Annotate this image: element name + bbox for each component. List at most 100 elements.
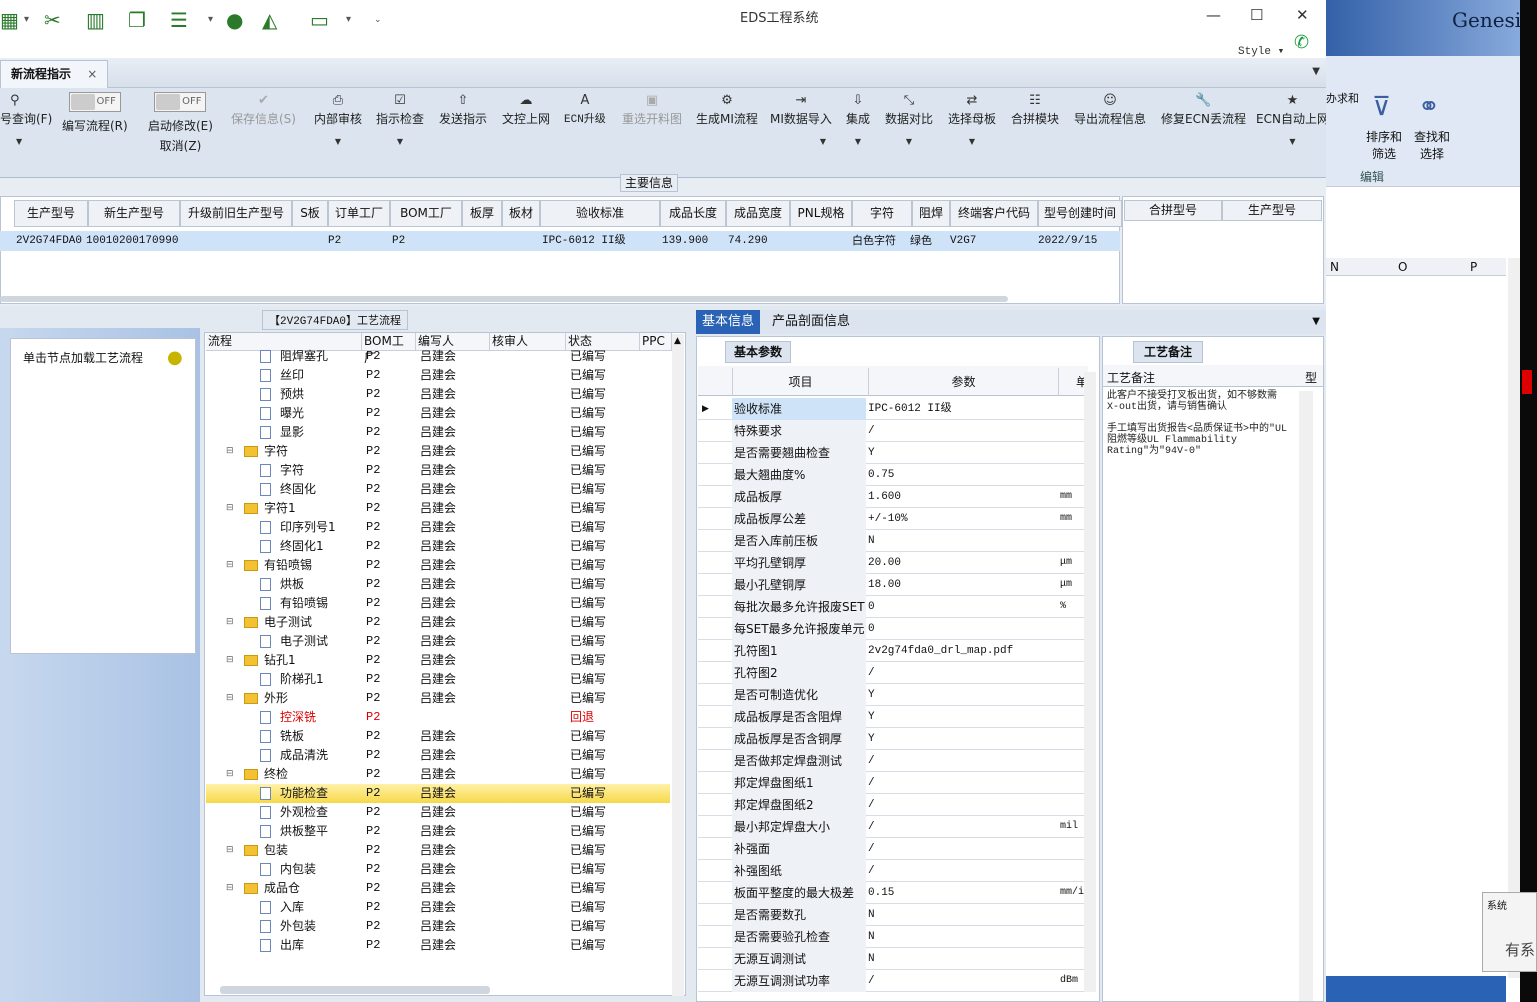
collapse-icon[interactable]: ⊟: [226, 499, 234, 518]
column-header[interactable]: 参数: [868, 368, 1058, 396]
param-row[interactable]: 成品板厚是否含铜厚 Y: [698, 728, 1088, 750]
table-cell[interactable]: 74.290: [728, 231, 768, 251]
param-value[interactable]: 0: [868, 618, 1056, 640]
find-select-button[interactable]: 查找和选择: [1410, 128, 1454, 162]
merge-column-header[interactable]: 合拼型号: [1124, 200, 1222, 221]
toggle-switch[interactable]: OFF: [68, 92, 121, 112]
param-row[interactable]: 补强面 /: [698, 838, 1088, 860]
param-value[interactable]: N: [868, 926, 1056, 948]
param-row[interactable]: 孔符图2/: [698, 662, 1088, 684]
maximize-icon[interactable]: ☐: [1250, 6, 1263, 24]
column-header[interactable]: S板: [292, 200, 328, 227]
close-icon[interactable]: ✕: [1296, 6, 1309, 24]
tree-leaf-row[interactable]: 成品清洗 P2 吕建会 已编写: [206, 746, 670, 765]
autosum-label[interactable]: 办求和: [1326, 90, 1359, 106]
param-row[interactable]: 每SET最多允许报废单元 0: [698, 618, 1088, 640]
collapse-icon[interactable]: ⊟: [226, 689, 234, 708]
tab-new-flow[interactable]: 新流程指示 ×: [0, 60, 109, 88]
param-value[interactable]: IPC-6012 II级: [868, 398, 1056, 420]
tree-leaf-row[interactable]: 内包装 P2 吕建会 已编写: [206, 860, 670, 879]
tree-leaf-row[interactable]: 外观检查 P2 吕建会 已编写: [206, 803, 670, 822]
tree-folder-row[interactable]: ⊟ 电子测试 P2 吕建会 已编写: [206, 613, 670, 632]
column-header[interactable]: 验收标准: [540, 200, 660, 227]
column-header[interactable]: 成品长度: [660, 200, 726, 227]
integrate-button[interactable]: ⇩ 集成 ▼: [846, 92, 870, 146]
horizontal-scrollbar[interactable]: [0, 296, 1008, 302]
table-cell[interactable]: V2G7: [950, 231, 977, 251]
param-value[interactable]: /: [868, 970, 1056, 992]
tree-folder-row[interactable]: ⊟ 终检 P2 吕建会 已编写: [206, 765, 670, 784]
film-icon[interactable]: ▥: [86, 6, 105, 34]
column-header[interactable]: 阻焊: [912, 200, 950, 227]
table-cell[interactable]: 10010200170990: [86, 231, 179, 251]
table-cell[interactable]: P2: [392, 231, 406, 251]
column-header[interactable]: 终端客户代码: [950, 200, 1038, 227]
generate-mi-button[interactable]: ⚙ 生成MI流程: [696, 92, 758, 127]
tree-leaf-row[interactable]: 显影 P2 吕建会 已编写: [206, 423, 670, 442]
column-header[interactable]: BOM工厂: [390, 200, 462, 227]
table-cell[interactable]: IPC-6012 II级: [542, 231, 626, 251]
merge-column-header[interactable]: 生产型号: [1222, 200, 1322, 221]
tree-leaf-row[interactable]: 铣板 P2 吕建会 已编写: [206, 727, 670, 746]
user-icon[interactable]: ●: [226, 6, 243, 34]
sort-filter-button[interactable]: 排序和筛选: [1362, 128, 1406, 162]
tab-menu-icon[interactable]: ▼: [1312, 316, 1320, 327]
start-modify-toggle[interactable]: OFF 启动修改(E) 取消(Z): [148, 92, 213, 154]
tree-leaf-row[interactable]: 曝光 P2 吕建会 已编写: [206, 404, 670, 423]
list-icon[interactable]: ☰: [170, 6, 188, 34]
column-header[interactable]: 成品宽度: [726, 200, 790, 227]
param-value[interactable]: Y: [868, 728, 1056, 750]
param-value[interactable]: 1.600: [868, 486, 1056, 508]
write-flow-toggle[interactable]: OFF 编写流程(R): [62, 92, 128, 137]
horizontal-scrollbar[interactable]: [220, 986, 490, 994]
reselect-cutting-button[interactable]: ▣ 重选开料图: [622, 92, 682, 127]
dropdown-icon[interactable]: ▾: [208, 6, 213, 34]
param-value[interactable]: /: [868, 420, 1056, 442]
param-value[interactable]: /: [868, 662, 1056, 684]
collapse-icon[interactable]: ⊟: [226, 651, 234, 670]
param-row[interactable]: 是否需要数孔 N: [698, 904, 1088, 926]
tree-leaf-row[interactable]: 外包装 P2 吕建会 已编写: [206, 917, 670, 936]
collapse-icon[interactable]: ⊟: [226, 613, 234, 632]
merge-module-button[interactable]: ☷ 合拼模块: [1011, 92, 1059, 127]
column-header[interactable]: 板厚: [462, 200, 502, 227]
monitor-icon[interactable]: ▭: [310, 6, 329, 34]
tree-leaf-row[interactable]: 控深铣 P2 回退: [206, 708, 670, 727]
collapse-icon[interactable]: ⊟: [226, 556, 234, 575]
data-compare-button[interactable]: ⤡ 数据对比 ▼: [885, 92, 933, 146]
vertical-scrollbar[interactable]: [672, 334, 684, 996]
param-row[interactable]: 是否入库前压板 N: [698, 530, 1088, 552]
column-header[interactable]: 字符: [852, 200, 912, 227]
param-row[interactable]: 最大翘曲度% 0.75: [698, 464, 1088, 486]
tree-leaf-row[interactable]: 功能检查 P2 吕建会 已编写: [206, 784, 670, 803]
tree-leaf-row[interactable]: 出库 P2 吕建会 已编写: [206, 936, 670, 955]
column-header[interactable]: 订单工厂: [328, 200, 390, 227]
tree-leaf-row[interactable]: 电子测试 P2 吕建会 已编写: [206, 632, 670, 651]
chart-icon[interactable]: ◭: [262, 6, 277, 34]
table-cell[interactable]: 绿色: [910, 231, 932, 251]
style-menu[interactable]: Style ▾: [1238, 44, 1284, 58]
param-row[interactable]: 成品板厚 1.600 mm: [698, 486, 1088, 508]
system-popup[interactable]: 系统 有系: [1482, 892, 1537, 972]
grid-icon[interactable]: ▦: [0, 6, 19, 34]
table-cell[interactable]: P2: [328, 231, 342, 251]
tab-basic-info[interactable]: 基本信息: [696, 310, 761, 334]
param-row[interactable]: ▶ 验收标准 IPC-6012 II级: [698, 398, 1088, 420]
ecn-upgrade-button[interactable]: A ECN升级: [564, 92, 606, 126]
param-value[interactable]: 2v2g74fda0_drl_map.pdf: [868, 640, 1056, 662]
repair-ecn-button[interactable]: 🔧 修复ECN丢流程: [1161, 92, 1246, 127]
dropdown-icon[interactable]: ▾: [346, 6, 351, 34]
tree-leaf-row[interactable]: 阻焊塞孔 P2 吕建会 已编写: [206, 347, 670, 366]
param-row[interactable]: 成品板厚是否含阻焊 Y: [698, 706, 1088, 728]
param-value[interactable]: N: [868, 948, 1056, 970]
param-value[interactable]: /: [868, 794, 1056, 816]
column-header[interactable]: 型号创建时间: [1038, 200, 1122, 227]
tree-folder-row[interactable]: ⊟ 成品仓 P2 吕建会 已编写: [206, 879, 670, 898]
ecn-auto-online-button[interactable]: ★ ECN自动上网 ▼: [1256, 92, 1329, 146]
notes-text[interactable]: 此客户不接受打叉板出货，如不够数需X-out出货，请与销售确认 手工填写出货报告…: [1107, 391, 1287, 457]
param-value[interactable]: N: [868, 904, 1056, 926]
tree-folder-row[interactable]: ⊟ 包装 P2 吕建会 已编写: [206, 841, 670, 860]
param-row[interactable]: 邦定焊盘图纸1/: [698, 772, 1088, 794]
param-row[interactable]: 孔符图1 2v2g74fda0_drl_map.pdf: [698, 640, 1088, 662]
vertical-scrollbar[interactable]: [1299, 391, 1313, 1001]
